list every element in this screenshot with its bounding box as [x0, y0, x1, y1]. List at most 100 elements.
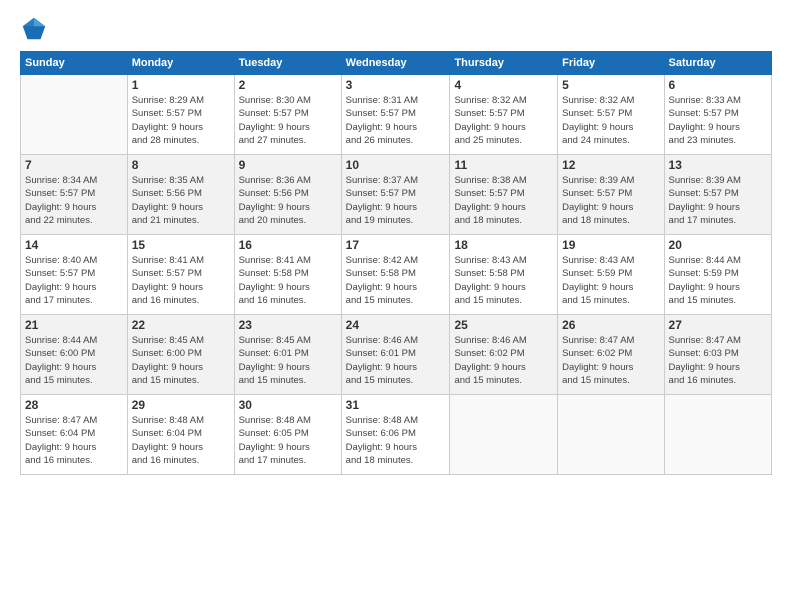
day-number: 7: [25, 158, 123, 172]
calendar-cell: 29Sunrise: 8:48 AMSunset: 6:04 PMDayligh…: [127, 395, 234, 475]
calendar-cell: 6 Sunrise: 8:33 AMSunset: 5:57 PMDaylight…: [664, 75, 771, 155]
day-number: 17: [346, 238, 446, 252]
calendar-cell: 28 Sunrise: 8:47 AMSunset: 6:04 PMDayligh…: [21, 395, 128, 475]
day-number: 6: [669, 78, 767, 92]
day-number: 31: [346, 398, 446, 412]
calendar-table: SundayMondayTuesdayWednesdayThursdayFrid…: [20, 51, 772, 475]
calendar-cell: 25 Sunrise: 8:46 AMSunset: 6:02 PMDayligh…: [450, 315, 558, 395]
day-info: Sunrise: 8:48 AMSunset: 6:05 PMDaylight:…: [239, 414, 337, 467]
day-number: 23: [239, 318, 337, 332]
calendar-cell: 1 Sunrise: 8:29 AMSunset: 5:57 PMDaylight…: [127, 75, 234, 155]
day-number: 10: [346, 158, 446, 172]
calendar-cell: 19Sunrise: 8:43 AMSunset: 5:59 PMDayligh…: [558, 235, 664, 315]
day-number: 16: [239, 238, 337, 252]
day-number: 11: [454, 158, 553, 172]
weekday-header: Saturday: [664, 52, 771, 75]
calendar-cell: 23 Sunrise: 8:45 AMSunset: 6:01 PMDayligh…: [234, 315, 341, 395]
day-info: Sunrise: 8:47 AMSunset: 6:03 PMDaylight:…: [669, 334, 767, 387]
calendar-cell: 20 Sunrise: 8:44 AMSunset: 5:59 PMDayligh…: [664, 235, 771, 315]
calendar-cell: 18 Sunrise: 8:43 AMSunset: 5:58 PMDayligh…: [450, 235, 558, 315]
calendar-cell: 10 Sunrise: 8:37 AMSunset: 5:57 PMDayligh…: [341, 155, 450, 235]
calendar-week-row: 7 Sunrise: 8:34 AMSunset: 5:57 PMDaylight…: [21, 155, 772, 235]
day-info: Sunrise: 8:39 AMSunset: 5:57 PMDaylight:…: [669, 174, 767, 227]
day-number: 5: [562, 78, 659, 92]
day-number: 15: [132, 238, 230, 252]
day-number: 28: [25, 398, 123, 412]
day-info: Sunrise: 8:31 AMSunset: 5:57 PMDaylight:…: [346, 94, 446, 147]
calendar-cell: 30 Sunrise: 8:48 AMSunset: 6:05 PMDayligh…: [234, 395, 341, 475]
calendar-cell: [558, 395, 664, 475]
day-info: Sunrise: 8:32 AMSunset: 5:57 PMDaylight:…: [454, 94, 553, 147]
day-number: 24: [346, 318, 446, 332]
page: SundayMondayTuesdayWednesdayThursdayFrid…: [0, 0, 792, 612]
logo-icon: [20, 15, 48, 43]
calendar-cell: 17 Sunrise: 8:42 AMSunset: 5:58 PMDayligh…: [341, 235, 450, 315]
weekday-header: Monday: [127, 52, 234, 75]
calendar-cell: 8Sunrise: 8:35 AMSunset: 5:56 PMDaylight…: [127, 155, 234, 235]
day-info: Sunrise: 8:44 AMSunset: 5:59 PMDaylight:…: [669, 254, 767, 307]
calendar-cell: 5 Sunrise: 8:32 AMSunset: 5:57 PMDaylight…: [558, 75, 664, 155]
day-info: Sunrise: 8:33 AMSunset: 5:57 PMDaylight:…: [669, 94, 767, 147]
day-number: 29: [132, 398, 230, 412]
day-info: Sunrise: 8:45 AMSunset: 6:01 PMDaylight:…: [239, 334, 337, 387]
day-number: 3: [346, 78, 446, 92]
calendar-week-row: 21Sunrise: 8:44 AMSunset: 6:00 PMDayligh…: [21, 315, 772, 395]
calendar-cell: 26 Sunrise: 8:47 AMSunset: 6:02 PMDayligh…: [558, 315, 664, 395]
day-info: Sunrise: 8:39 AMSunset: 5:57 PMDaylight:…: [562, 174, 659, 227]
day-number: 20: [669, 238, 767, 252]
weekday-header: Sunday: [21, 52, 128, 75]
calendar-cell: 4 Sunrise: 8:32 AMSunset: 5:57 PMDaylight…: [450, 75, 558, 155]
calendar-cell: 27Sunrise: 8:47 AMSunset: 6:03 PMDayligh…: [664, 315, 771, 395]
day-info: Sunrise: 8:41 AMSunset: 5:57 PMDaylight:…: [132, 254, 230, 307]
day-info: Sunrise: 8:43 AMSunset: 5:59 PMDaylight:…: [562, 254, 659, 307]
day-info: Sunrise: 8:36 AMSunset: 5:56 PMDaylight:…: [239, 174, 337, 227]
day-info: Sunrise: 8:47 AMSunset: 6:04 PMDaylight:…: [25, 414, 123, 467]
day-number: 2: [239, 78, 337, 92]
day-info: Sunrise: 8:35 AMSunset: 5:56 PMDaylight:…: [132, 174, 230, 227]
calendar-cell: 15 Sunrise: 8:41 AMSunset: 5:57 PMDayligh…: [127, 235, 234, 315]
day-info: Sunrise: 8:46 AMSunset: 6:01 PMDaylight:…: [346, 334, 446, 387]
header: [20, 15, 772, 43]
calendar-cell: 13 Sunrise: 8:39 AMSunset: 5:57 PMDayligh…: [664, 155, 771, 235]
day-info: Sunrise: 8:32 AMSunset: 5:57 PMDaylight:…: [562, 94, 659, 147]
day-number: 13: [669, 158, 767, 172]
weekday-header: Tuesday: [234, 52, 341, 75]
day-info: Sunrise: 8:46 AMSunset: 6:02 PMDaylight:…: [454, 334, 553, 387]
logo: [20, 15, 52, 43]
day-number: 12: [562, 158, 659, 172]
calendar-cell: 14 Sunrise: 8:40 AMSunset: 5:57 PMDayligh…: [21, 235, 128, 315]
weekday-header: Thursday: [450, 52, 558, 75]
calendar-cell: 11 Sunrise: 8:38 AMSunset: 5:57 PMDayligh…: [450, 155, 558, 235]
day-info: Sunrise: 8:30 AMSunset: 5:57 PMDaylight:…: [239, 94, 337, 147]
day-info: Sunrise: 8:44 AMSunset: 6:00 PMDaylight:…: [25, 334, 123, 387]
day-number: 26: [562, 318, 659, 332]
day-number: 4: [454, 78, 553, 92]
day-number: 18: [454, 238, 553, 252]
day-number: 14: [25, 238, 123, 252]
day-info: Sunrise: 8:29 AMSunset: 5:57 PMDaylight:…: [132, 94, 230, 147]
day-number: 25: [454, 318, 553, 332]
calendar-cell: 22 Sunrise: 8:45 AMSunset: 6:00 PMDayligh…: [127, 315, 234, 395]
calendar-cell: [664, 395, 771, 475]
day-info: Sunrise: 8:37 AMSunset: 5:57 PMDaylight:…: [346, 174, 446, 227]
calendar-week-row: 28 Sunrise: 8:47 AMSunset: 6:04 PMDayligh…: [21, 395, 772, 475]
day-info: Sunrise: 8:43 AMSunset: 5:58 PMDaylight:…: [454, 254, 553, 307]
day-info: Sunrise: 8:47 AMSunset: 6:02 PMDaylight:…: [562, 334, 659, 387]
calendar-header-row: SundayMondayTuesdayWednesdayThursdayFrid…: [21, 52, 772, 75]
day-info: Sunrise: 8:45 AMSunset: 6:00 PMDaylight:…: [132, 334, 230, 387]
calendar-cell: 9Sunrise: 8:36 AMSunset: 5:56 PMDaylight…: [234, 155, 341, 235]
calendar-cell: 31 Sunrise: 8:48 AMSunset: 6:06 PMDayligh…: [341, 395, 450, 475]
day-info: Sunrise: 8:38 AMSunset: 5:57 PMDaylight:…: [454, 174, 553, 227]
calendar-cell: 2 Sunrise: 8:30 AMSunset: 5:57 PMDaylight…: [234, 75, 341, 155]
day-info: Sunrise: 8:48 AMSunset: 6:06 PMDaylight:…: [346, 414, 446, 467]
day-number: 1: [132, 78, 230, 92]
calendar-cell: [21, 75, 128, 155]
day-info: Sunrise: 8:42 AMSunset: 5:58 PMDaylight:…: [346, 254, 446, 307]
day-number: 30: [239, 398, 337, 412]
day-info: Sunrise: 8:40 AMSunset: 5:57 PMDaylight:…: [25, 254, 123, 307]
calendar-cell: 24 Sunrise: 8:46 AMSunset: 6:01 PMDayligh…: [341, 315, 450, 395]
calendar-cell: 16Sunrise: 8:41 AMSunset: 5:58 PMDayligh…: [234, 235, 341, 315]
day-number: 22: [132, 318, 230, 332]
day-info: Sunrise: 8:34 AMSunset: 5:57 PMDaylight:…: [25, 174, 123, 227]
calendar-week-row: 1 Sunrise: 8:29 AMSunset: 5:57 PMDaylight…: [21, 75, 772, 155]
